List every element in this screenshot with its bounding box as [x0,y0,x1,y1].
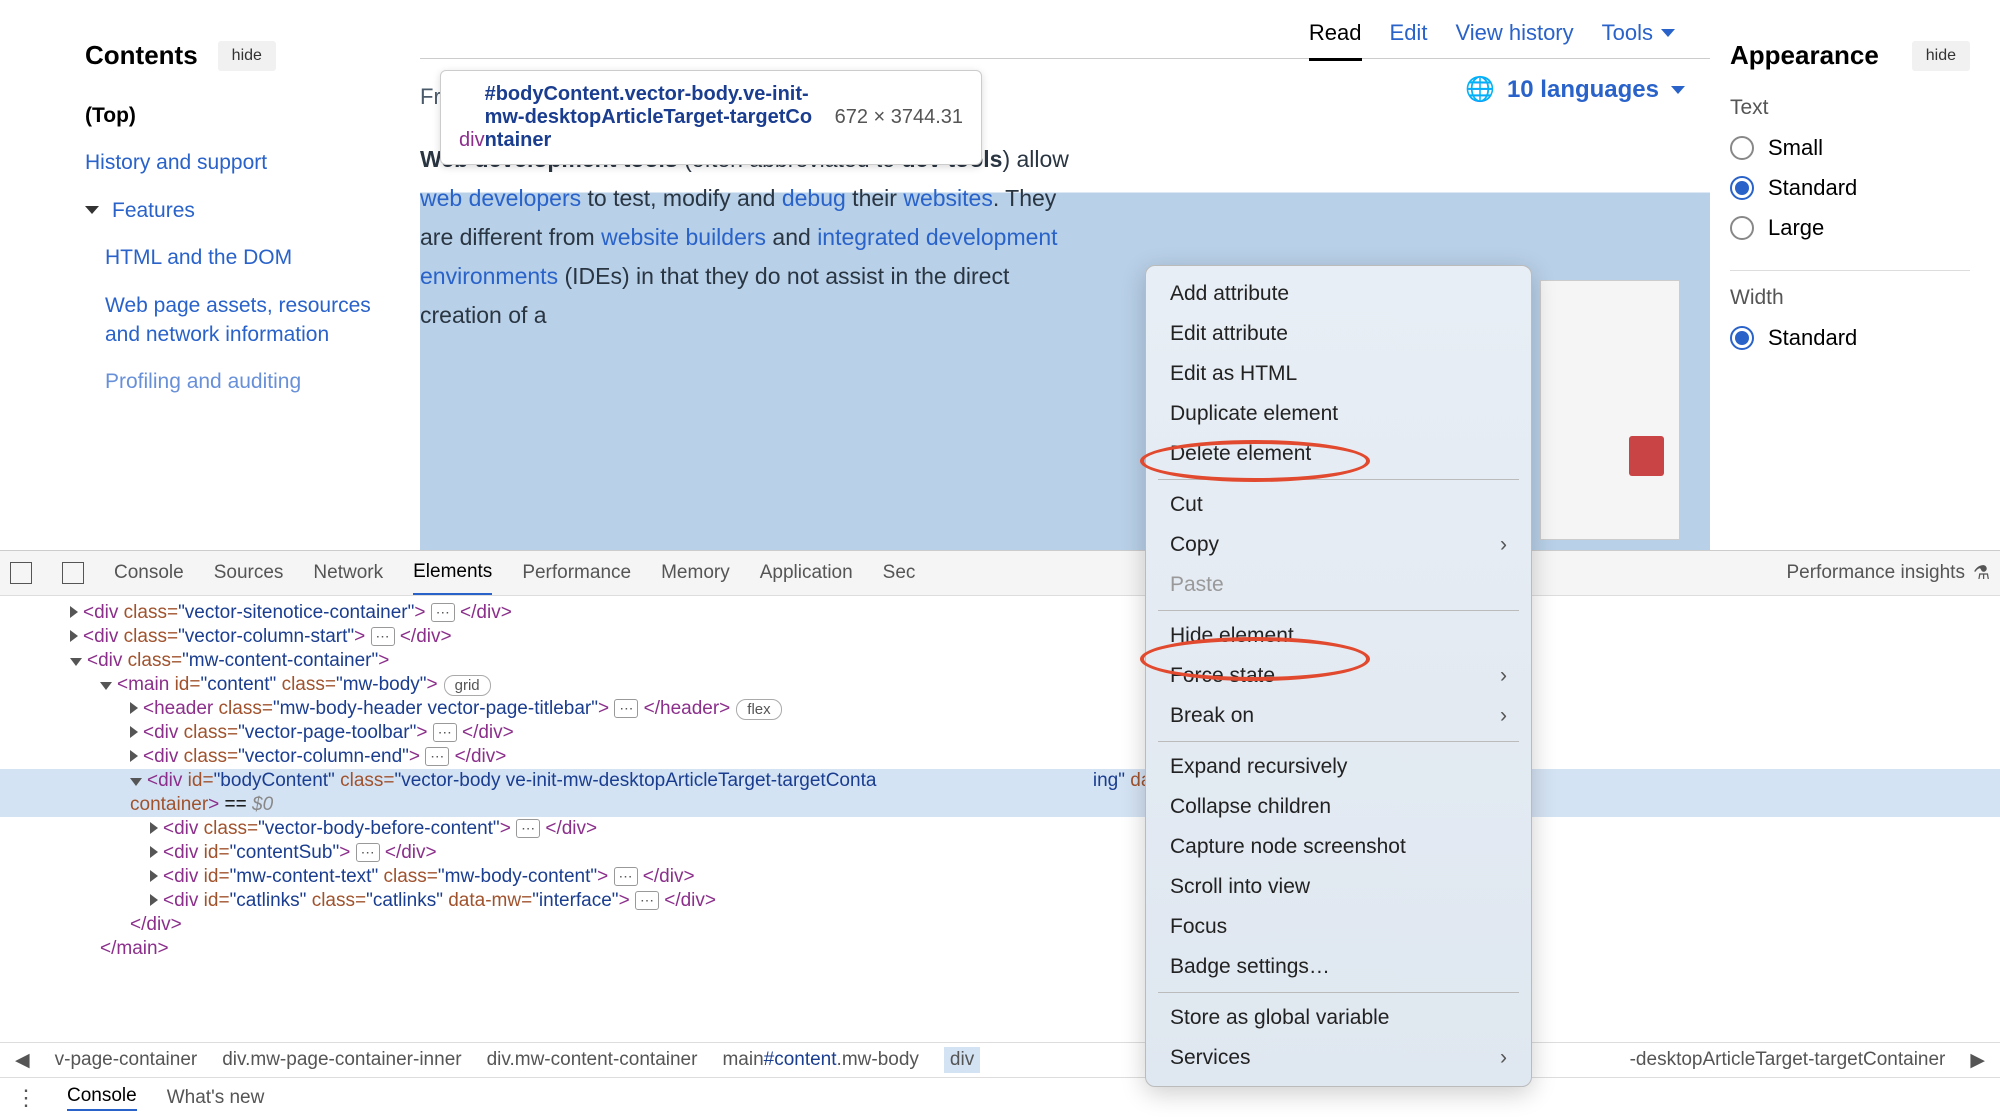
cm-expand[interactable]: Expand recursively [1146,747,1531,787]
toc-history[interactable]: History and support [85,148,390,177]
contents-title: Contents [85,40,198,71]
toc-profiling[interactable]: Profiling and auditing [105,367,390,396]
devtools-panel: Console Sources Network Elements Perform… [0,550,2000,1117]
kebab-icon[interactable]: ⋮ [15,1085,37,1111]
thumbnail-image [1629,436,1664,476]
dom-breadcrumb[interactable]: ◀ v-page-container div.mw-page-container… [0,1042,2000,1077]
tab-tools[interactable]: Tools [1602,20,1680,46]
tab-history[interactable]: View history [1455,20,1573,46]
link-websites[interactable]: websites [903,185,992,211]
radio-large[interactable]: Large [1730,215,1970,241]
toc-assets[interactable]: Web page assets, resources and network i… [105,291,390,350]
radio-width-standard[interactable]: Standard [1730,325,1970,351]
cm-screenshot[interactable]: Capture node screenshot [1146,827,1531,867]
article-body: Web development tools (often abbreviated… [420,140,1070,335]
device-icon[interactable] [62,562,84,584]
tab-edit[interactable]: Edit [1390,20,1428,46]
chevron-down-icon [85,206,99,214]
dt-tab-network[interactable]: Network [313,552,383,594]
cm-break-on[interactable]: Break on› [1146,696,1531,736]
width-setting-label: Width [1730,286,1970,310]
cm-services[interactable]: Services› [1146,1038,1531,1078]
radio-small[interactable]: Small [1730,135,1970,161]
tab-read[interactable]: Read [1309,20,1362,61]
breadcrumb-overflow-right[interactable]: ▶ [1970,1049,1985,1072]
drawer-console[interactable]: Console [67,1085,137,1111]
dt-tab-security[interactable]: Sec [883,552,916,594]
link-website-builders[interactable]: website builders [601,224,766,250]
link-web-developers[interactable]: web developers [420,185,581,211]
hide-contents-button[interactable]: hide [218,41,276,71]
cm-delete[interactable]: Delete element [1146,434,1531,474]
dt-tab-performance[interactable]: Performance [522,552,631,594]
cm-store-var[interactable]: Store as global variable [1146,998,1531,1038]
performance-insights[interactable]: Performance insights ⚗ [1786,562,1990,585]
cm-paste: Paste [1146,565,1531,605]
appearance-title: Appearance [1730,40,1879,71]
dt-tab-console[interactable]: Console [114,552,184,594]
chevron-down-icon [1661,29,1675,37]
page-thumbnail [1540,280,1680,540]
cm-add-attribute[interactable]: Add attribute [1146,274,1531,314]
cm-cut[interactable]: Cut [1146,485,1531,525]
translate-icon: 🌐 [1465,75,1495,104]
language-selector[interactable]: 🌐 10 languages [1465,75,1690,104]
toc-features[interactable]: Features [85,196,390,225]
cm-scroll[interactable]: Scroll into view [1146,867,1531,907]
dt-tab-sources[interactable]: Sources [214,552,284,594]
text-setting-label: Text [1730,96,1970,120]
cm-focus[interactable]: Focus [1146,907,1531,947]
flask-icon: ⚗ [1973,562,1990,585]
dt-tab-elements[interactable]: Elements [413,551,492,595]
cm-collapse[interactable]: Collapse children [1146,787,1531,827]
dom-tree[interactable]: <div class="vector-sitenotice-container"… [0,596,2000,1042]
element-inspector-tooltip: div#bodyContent.vector-body.ve-init-mw-d… [440,70,982,165]
toc-top[interactable]: (Top) [85,101,390,130]
cm-hide[interactable]: Hide element [1146,616,1531,656]
cm-edit-html[interactable]: Edit as HTML [1146,354,1531,394]
drawer-whatsnew[interactable]: What's new [167,1087,265,1109]
link-debug[interactable]: debug [782,185,846,211]
cm-force-state[interactable]: Force state› [1146,656,1531,696]
dt-tab-memory[interactable]: Memory [661,552,730,594]
breadcrumb-overflow-left[interactable]: ◀ [15,1049,30,1072]
radio-standard[interactable]: Standard [1730,175,1970,201]
hide-appearance-button[interactable]: hide [1912,41,1970,71]
toc-html-dom[interactable]: HTML and the DOM [105,243,390,272]
cm-copy[interactable]: Copy› [1146,525,1531,565]
chevron-down-icon [1671,86,1685,94]
context-menu: Add attribute Edit attribute Edit as HTM… [1145,265,1532,1087]
inspect-icon[interactable] [10,562,32,584]
cm-edit-attribute[interactable]: Edit attribute [1146,314,1531,354]
dt-tab-application[interactable]: Application [760,552,853,594]
cm-duplicate[interactable]: Duplicate element [1146,394,1531,434]
cm-badge[interactable]: Badge settings… [1146,947,1531,987]
